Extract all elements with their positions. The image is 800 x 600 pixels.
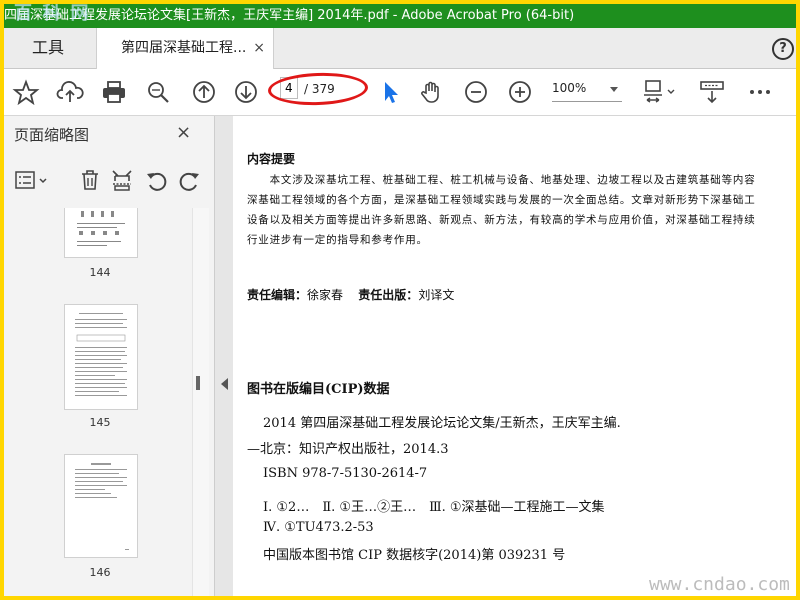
zoom-search-icon[interactable]: [144, 79, 172, 105]
title-bar: 四届深基础工程发展论坛论文集[王新杰，王庆军主编] 2014年.pdf - Ad…: [4, 4, 796, 28]
trash-icon[interactable]: [78, 168, 102, 192]
thumbnail-preview: [75, 313, 127, 396]
panel-toolbar: [14, 166, 204, 194]
thumbnail-label-144: 144: [89, 266, 111, 279]
summary-line: 本文涉及深基坑工程、桩基础工程、桩工机械与设备、地基处理、边坡工程以及古建筑基础…: [247, 174, 756, 186]
thumbnail-page-144[interactable]: [64, 208, 138, 258]
thumbnail-page-146[interactable]: [64, 454, 138, 558]
zoom-out-icon[interactable]: [462, 79, 490, 105]
thumbnail-scrollbar[interactable]: [192, 208, 209, 596]
thumbnail-panel: 页面缩略图 × 144 145 146: [4, 116, 215, 596]
editor-line: 责任编辑：徐家春 责任出版：刘译文: [247, 286, 454, 303]
summary-body: 本文涉及深基坑工程、桩基础工程、桩工机械与设备、地基处理、边坡工程以及古建筑基础…: [247, 170, 796, 250]
zoom-in-icon[interactable]: [506, 79, 534, 105]
page-up-icon[interactable]: [190, 79, 218, 105]
star-icon[interactable]: [12, 79, 40, 105]
thumbnail-preview: [77, 211, 125, 246]
publisher-label: 责任出版：: [358, 288, 419, 302]
main-toolbar: / 379 100%: [4, 69, 796, 116]
panel-title: 页面缩略图: [14, 126, 90, 144]
summary-line: 深基础工程领域的各个方面，是深基础工程领域实践与发展的一次全面总结。文章对新形势…: [247, 194, 756, 206]
acrobat-window: 四届深基础工程发展论坛论文集[王新杰，王庆军主编] 2014年.pdf - Ad…: [0, 0, 800, 600]
cip-heading: 图书在版编目(CIP)数据: [247, 382, 390, 397]
panel-resize-handle[interactable]: [196, 376, 200, 390]
chevron-down-icon: [610, 87, 618, 92]
pdf-page: 内容提要 本文涉及深基坑工程、桩基础工程、桩工机械与设备、地基处理、边坡工程以及…: [233, 116, 796, 596]
summary-line: 行业进步有一定的指导和参考作用。: [247, 234, 428, 246]
thumbnail-label-145: 145: [89, 416, 111, 429]
thumbnail-list: 144 145 146: [4, 208, 192, 596]
collapse-panel-icon[interactable]: [221, 378, 228, 390]
rotate-clockwise-icon[interactable]: [178, 168, 202, 192]
zoom-select[interactable]: 100%: [552, 81, 622, 102]
printer-icon[interactable]: [100, 79, 128, 105]
thumbnail-options-icon[interactable]: [14, 168, 50, 192]
tab-close-icon[interactable]: ×: [253, 28, 265, 68]
cip-line: Ⅰ. ①2… Ⅱ. ①王…②王… Ⅲ. ①深基础—工程施工—文集: [263, 500, 605, 515]
cip-line: 中国版本图书馆 CIP 数据核字(2014)第 039231 号: [263, 548, 566, 563]
extract-page-icon[interactable]: [110, 168, 134, 192]
summary-line: 设备以及相关方面等提出许多新思路、新观点、新方法，有较高的学术与应用价值，对深基…: [247, 214, 756, 226]
cip-line: 2014 第四届深基础工程发展论坛论文集/王新杰，王庆军主编.: [263, 416, 621, 431]
tab-document-label: 第四届深基础工程...: [121, 40, 247, 56]
hand-tool-icon[interactable]: [418, 79, 446, 105]
zoom-value: 100%: [552, 81, 587, 95]
fit-page-icon[interactable]: [642, 79, 676, 105]
tab-document[interactable]: 第四届深基础工程... ×: [96, 28, 274, 69]
tab-bar: 工具 第四届深基础工程... × ?: [4, 28, 796, 69]
cip-line: Ⅳ. ①TU473.2-53: [263, 520, 374, 535]
document-view: 内容提要 本文涉及深基坑工程、桩基础工程、桩工机械与设备、地基处理、边坡工程以及…: [215, 116, 796, 596]
watermark-top: 百 科 网: [14, 4, 91, 24]
summary-heading: 内容提要: [247, 152, 296, 166]
editor-label: 责任编辑：: [247, 288, 308, 302]
panel-close-icon[interactable]: ×: [176, 122, 191, 143]
cip-line: ISBN 978-7-5130-2614-7: [263, 466, 428, 481]
scroll-mode-icon[interactable]: [698, 79, 726, 105]
editor-name: 徐家春: [307, 288, 344, 302]
cloud-upload-icon[interactable]: [56, 79, 84, 105]
more-icon[interactable]: [746, 79, 774, 105]
rotate-counterclockwise-icon[interactable]: [144, 168, 168, 192]
select-pointer-icon[interactable]: [376, 79, 404, 105]
page-down-icon[interactable]: [232, 79, 260, 105]
thumbnail-preview: [75, 463, 129, 550]
cip-line: —北京：知识产权出版社，2014.3: [247, 442, 449, 457]
watermark-bottom: www.cndao.com: [649, 574, 790, 595]
thumbnail-label-146: 146: [89, 566, 111, 579]
thumbnail-page-145[interactable]: [64, 304, 138, 410]
publisher-name: 刘译文: [418, 288, 455, 302]
tab-tools[interactable]: 工具: [4, 28, 92, 68]
help-icon[interactable]: ?: [772, 38, 794, 60]
